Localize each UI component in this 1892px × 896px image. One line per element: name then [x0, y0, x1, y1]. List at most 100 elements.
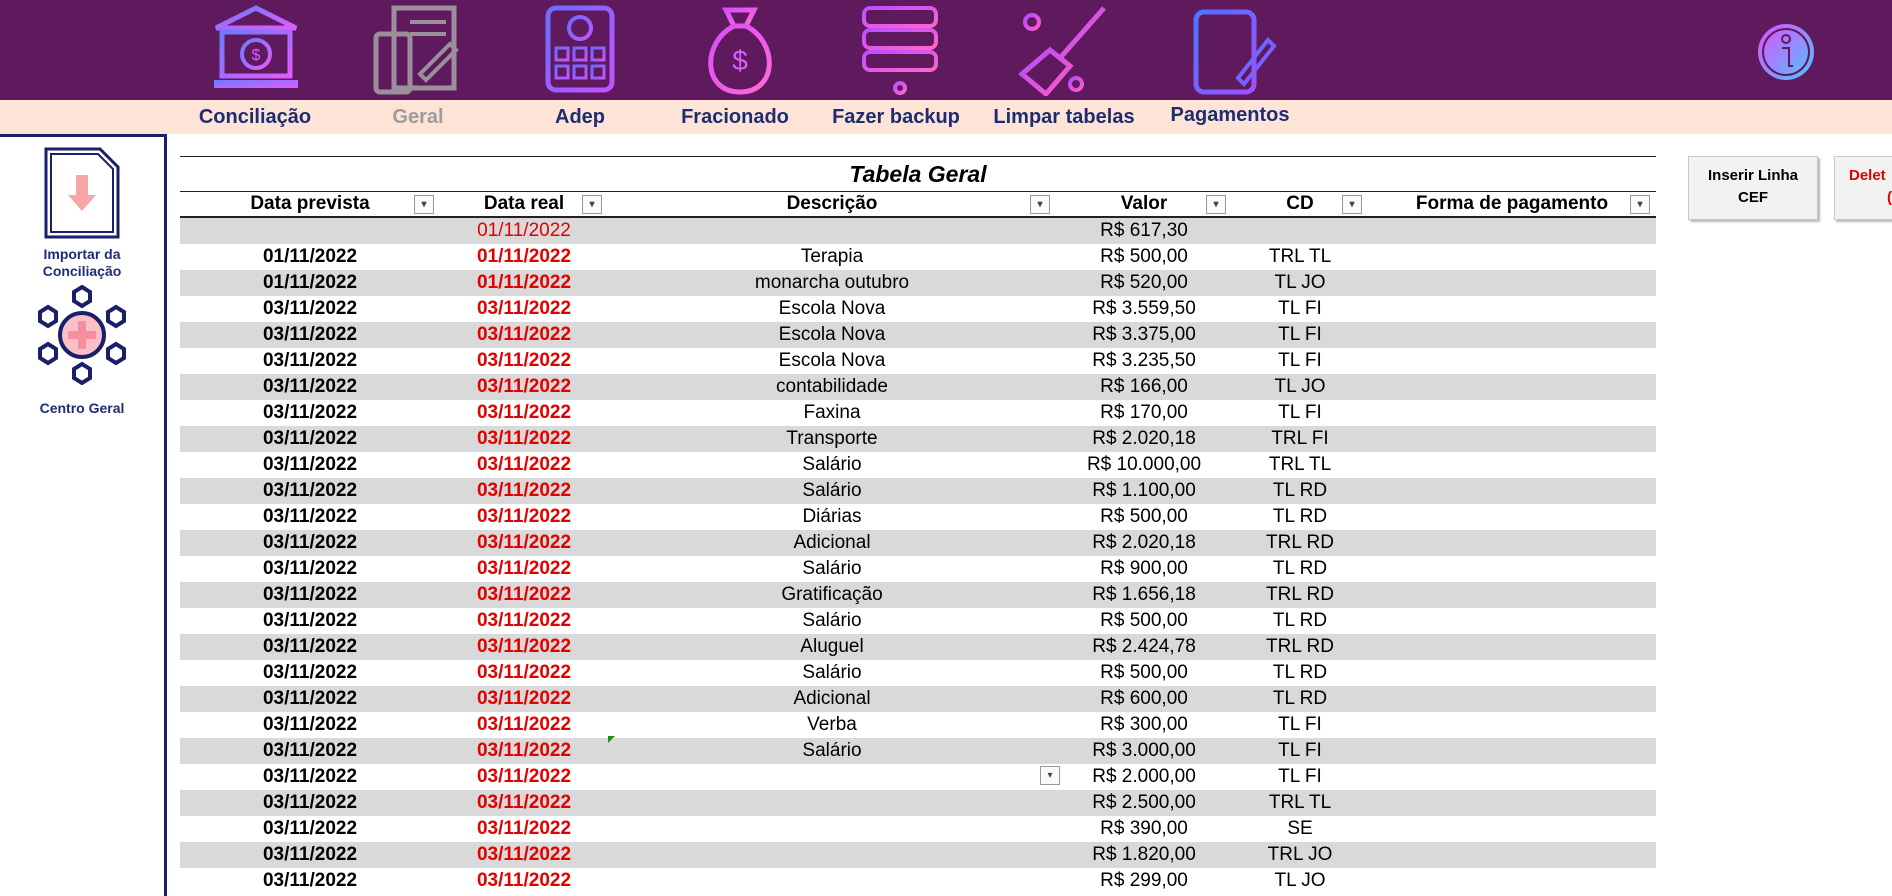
- cell-forma-pagamento[interactable]: [1368, 556, 1656, 582]
- cell-valor[interactable]: R$ 166,00: [1056, 374, 1232, 400]
- cell-valor[interactable]: R$ 2.020,18: [1056, 426, 1232, 452]
- cell-valor[interactable]: R$ 2.000,00: [1056, 764, 1232, 790]
- cell-data-real[interactable]: 03/11/2022: [440, 374, 608, 400]
- cell-descricao[interactable]: [608, 842, 1056, 868]
- cell-forma-pagamento[interactable]: [1368, 217, 1656, 244]
- cell-valor[interactable]: R$ 390,00: [1056, 816, 1232, 842]
- cell-descricao[interactable]: [608, 217, 1056, 244]
- cell-data-real[interactable]: 03/11/2022: [440, 712, 608, 738]
- cell-cd[interactable]: TL FI: [1232, 738, 1368, 764]
- table-row[interactable]: 03/11/2022 03/11/2022 Salário R$ 500,00 TL R…: [180, 608, 1656, 634]
- cell-cd[interactable]: TRL TL: [1232, 244, 1368, 270]
- cell-data-prevista[interactable]: 03/11/2022: [180, 426, 440, 452]
- cell-valor[interactable]: R$ 299,00: [1056, 868, 1232, 894]
- cell-valor[interactable]: R$ 1.820,00: [1056, 842, 1232, 868]
- table-row[interactable]: 03/11/2022 03/11/2022 Adicional R$ 2.020,18…: [180, 530, 1656, 556]
- cell-descricao[interactable]: [608, 764, 1056, 790]
- table-row[interactable]: 03/11/2022 03/11/2022 R$ 1.820,00 TRL JO: [180, 842, 1656, 868]
- cell-descricao[interactable]: Escola Nova: [608, 322, 1056, 348]
- cell-valor[interactable]: R$ 170,00: [1056, 400, 1232, 426]
- cell-descricao[interactable]: Salário: [608, 452, 1056, 478]
- cell-cd[interactable]: [1232, 217, 1368, 244]
- money-bag-icon[interactable]: $: [692, 4, 788, 96]
- cell-data-prevista[interactable]: 03/11/2022: [180, 348, 440, 374]
- cell-forma-pagamento[interactable]: [1368, 452, 1656, 478]
- edit-document-icon[interactable]: [1182, 4, 1278, 96]
- cell-cd[interactable]: TL FI: [1232, 296, 1368, 322]
- cell-data-real[interactable]: 03/11/2022: [440, 686, 608, 712]
- cell-cd[interactable]: SE: [1232, 816, 1368, 842]
- cell-cd[interactable]: TL FI: [1232, 400, 1368, 426]
- cell-valor[interactable]: R$ 2.424,78: [1056, 634, 1232, 660]
- cell-cd[interactable]: TRL RD: [1232, 530, 1368, 556]
- filter-dropdown-icon[interactable]: ▾: [1342, 195, 1362, 214]
- cell-forma-pagamento[interactable]: [1368, 790, 1656, 816]
- cell-data-real[interactable]: 03/11/2022: [440, 842, 608, 868]
- cell-data-prevista[interactable]: 03/11/2022: [180, 530, 440, 556]
- cell-cd[interactable]: TL FI: [1232, 322, 1368, 348]
- cell-forma-pagamento[interactable]: [1368, 686, 1656, 712]
- table-row[interactable]: 01/11/2022 R$ 617,30: [180, 217, 1656, 244]
- cell-descricao[interactable]: Transporte: [608, 426, 1056, 452]
- cell-valor[interactable]: R$ 2.020,18: [1056, 530, 1232, 556]
- cell-cd[interactable]: TL FI: [1232, 712, 1368, 738]
- cell-data-real[interactable]: 03/11/2022: [440, 764, 608, 790]
- nav-fracionado[interactable]: Fracionado: [670, 106, 800, 129]
- cell-forma-pagamento[interactable]: [1368, 426, 1656, 452]
- cell-data-real[interactable]: 03/11/2022: [440, 296, 608, 322]
- table-row[interactable]: 01/11/2022 01/11/2022 monarcha outubro R$ 5…: [180, 270, 1656, 296]
- filter-dropdown-icon[interactable]: ▾: [582, 195, 602, 214]
- cell-descricao[interactable]: Salário: [608, 738, 1056, 764]
- cell-data-real[interactable]: 03/11/2022: [440, 504, 608, 530]
- cell-forma-pagamento[interactable]: [1368, 842, 1656, 868]
- cell-descricao[interactable]: Salário: [608, 478, 1056, 504]
- table-row[interactable]: 03/11/2022 03/11/2022 Salário R$ 500,00 TL R…: [180, 660, 1656, 686]
- cell-descricao[interactable]: monarcha outubro: [608, 270, 1056, 296]
- cell-valor[interactable]: R$ 1.100,00: [1056, 478, 1232, 504]
- table-row[interactable]: 03/11/2022 03/11/2022 Salário R$ 3.000,00 TL…: [180, 738, 1656, 764]
- table-row[interactable]: 03/11/2022 03/11/2022 Escola Nova R$ 3.559,…: [180, 296, 1656, 322]
- nav-geral[interactable]: Geral: [370, 106, 466, 129]
- import-conciliacao-button[interactable]: Importar da Conciliação: [18, 145, 146, 280]
- cell-cd[interactable]: TL RD: [1232, 660, 1368, 686]
- cell-valor[interactable]: R$ 900,00: [1056, 556, 1232, 582]
- cell-data-real[interactable]: 03/11/2022: [440, 426, 608, 452]
- cell-descricao[interactable]: Aluguel: [608, 634, 1056, 660]
- cell-forma-pagamento[interactable]: [1368, 244, 1656, 270]
- centro-geral-button[interactable]: Centro Geral: [18, 284, 146, 417]
- cell-descricao[interactable]: [608, 790, 1056, 816]
- table-row[interactable]: 03/11/2022 03/11/2022 Faxina R$ 170,00 TL FI: [180, 400, 1656, 426]
- cell-data-real[interactable]: 03/11/2022: [440, 816, 608, 842]
- cell-data-prevista[interactable]: 01/11/2022: [180, 244, 440, 270]
- cell-data-real[interactable]: 01/11/2022: [440, 217, 608, 244]
- cell-descricao[interactable]: Salário: [608, 556, 1056, 582]
- table-row[interactable]: 03/11/2022 03/11/2022 Adicional R$ 600,00 TL…: [180, 686, 1656, 712]
- cell-valor[interactable]: R$ 500,00: [1056, 244, 1232, 270]
- cell-data-prevista[interactable]: 03/11/2022: [180, 842, 440, 868]
- table-row[interactable]: 03/11/2022 03/11/2022 Gratificação R$ 1.656…: [180, 582, 1656, 608]
- table-row[interactable]: 03/11/2022 03/11/2022 R$ 390,00 SE: [180, 816, 1656, 842]
- cell-valor[interactable]: R$ 3.000,00: [1056, 738, 1232, 764]
- cell-valor[interactable]: R$ 500,00: [1056, 504, 1232, 530]
- filter-dropdown-icon[interactable]: ▾: [1030, 195, 1050, 214]
- cell-descricao[interactable]: Diárias: [608, 504, 1056, 530]
- filter-dropdown-icon[interactable]: ▾: [1206, 195, 1226, 214]
- cell-cd[interactable]: TL RD: [1232, 556, 1368, 582]
- cell-valor[interactable]: R$ 3.375,00: [1056, 322, 1232, 348]
- cell-cd[interactable]: TL JO: [1232, 270, 1368, 296]
- delete-button[interactable]: Delet (: [1834, 156, 1892, 220]
- nav-adep[interactable]: Adep: [532, 106, 628, 129]
- cell-descricao[interactable]: Terapia: [608, 244, 1056, 270]
- cell-data-prevista[interactable]: 03/11/2022: [180, 452, 440, 478]
- table-row[interactable]: 03/11/2022 03/11/2022 R$ 299,00 TL JO: [180, 868, 1656, 894]
- cell-descricao[interactable]: Escola Nova: [608, 348, 1056, 374]
- table-row[interactable]: 03/11/2022 03/11/2022 Diárias R$ 500,00 TL R…: [180, 504, 1656, 530]
- cell-valor[interactable]: R$ 3.235,50: [1056, 348, 1232, 374]
- cell-cd[interactable]: TRL TL: [1232, 790, 1368, 816]
- cell-data-prevista[interactable]: 03/11/2022: [180, 608, 440, 634]
- cell-valor[interactable]: R$ 3.559,50: [1056, 296, 1232, 322]
- cell-data-prevista[interactable]: 03/11/2022: [180, 556, 440, 582]
- cell-data-prevista[interactable]: 03/11/2022: [180, 634, 440, 660]
- bank-icon[interactable]: $: [208, 4, 304, 96]
- cell-cd[interactable]: TRL RD: [1232, 582, 1368, 608]
